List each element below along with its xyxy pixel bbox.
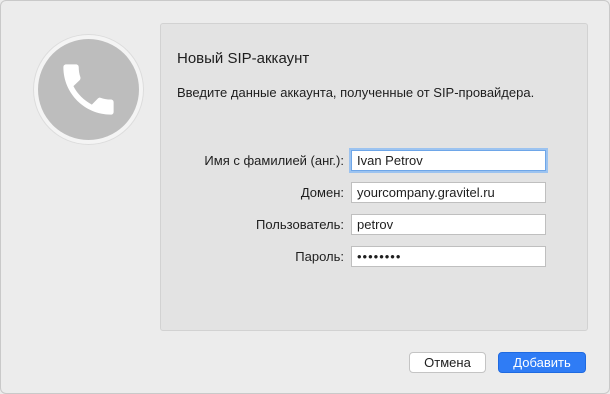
password-input[interactable] <box>351 246 546 267</box>
user-label: Пользователь: <box>256 217 344 232</box>
domain-label: Домен: <box>300 185 344 200</box>
domain-row: Домен: <box>161 182 587 204</box>
account-form-panel: Новый SIP-аккаунт Введите данные аккаунт… <box>160 23 588 331</box>
cancel-button[interactable]: Отмена <box>409 352 486 373</box>
phone-avatar <box>33 34 144 145</box>
user-row: Пользователь: <box>161 214 587 236</box>
user-input[interactable] <box>351 214 546 235</box>
password-row: Пароль: <box>161 246 587 268</box>
dialog-title: Новый SIP-аккаунт <box>177 50 310 67</box>
name-row: Имя с фамилией (анг.): <box>161 150 587 172</box>
avatar-circle <box>38 39 139 140</box>
new-sip-account-dialog: Новый SIP-аккаунт Введите данные аккаунт… <box>0 0 610 394</box>
password-label: Пароль: <box>295 249 344 264</box>
add-button[interactable]: Добавить <box>498 352 586 373</box>
phone-icon <box>63 64 114 115</box>
name-label: Имя с фамилией (анг.): <box>204 153 344 168</box>
dialog-subtitle: Введите данные аккаунта, полученные от S… <box>177 85 535 100</box>
name-input[interactable] <box>351 150 546 171</box>
domain-input[interactable] <box>351 182 546 203</box>
